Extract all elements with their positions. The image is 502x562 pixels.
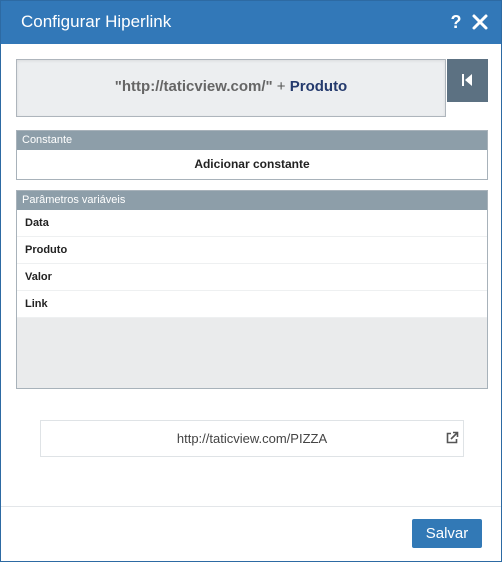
- help-button[interactable]: ?: [448, 12, 464, 32]
- constant-panel: Constante Adicionar constante: [16, 130, 488, 180]
- dialog-titlebar: Configurar Hiperlink ?: [1, 1, 501, 44]
- url-expression-display: "http://taticview.com/" + Produto: [16, 59, 446, 117]
- variable-item-valor[interactable]: Valor: [17, 264, 487, 291]
- close-icon[interactable]: [471, 13, 489, 31]
- variables-panel: Parâmetros variáveis Data Produto Valor …: [16, 190, 488, 389]
- add-constant-button[interactable]: Adicionar constante: [17, 150, 487, 179]
- expression-operator: +: [272, 78, 290, 95]
- constant-panel-header: Constante: [17, 131, 487, 150]
- variables-list: Data Produto Valor Link: [17, 210, 487, 318]
- save-button[interactable]: Salvar: [412, 519, 482, 548]
- variable-item-data[interactable]: Data: [17, 210, 487, 237]
- variables-panel-header: Parâmetros variáveis: [17, 191, 487, 210]
- external-link-icon[interactable]: [445, 431, 459, 445]
- hyperlink-dialog: Configurar Hiperlink ? "http://taticview…: [0, 0, 502, 562]
- backspace-icon: [462, 74, 472, 86]
- variable-item-link[interactable]: Link: [17, 291, 487, 318]
- expression-constant: "http://taticview.com/": [114, 78, 273, 95]
- variable-item-produto[interactable]: Produto: [17, 237, 487, 264]
- url-preview: http://taticview.com/PIZZA: [40, 420, 464, 457]
- preview-url: http://taticview.com/PIZZA: [176, 431, 328, 446]
- footer-divider: [1, 506, 501, 507]
- expression-variable: Produto: [289, 78, 348, 95]
- dialog-title: Configurar Hiperlink: [21, 12, 172, 31]
- remove-last-button[interactable]: [447, 59, 488, 102]
